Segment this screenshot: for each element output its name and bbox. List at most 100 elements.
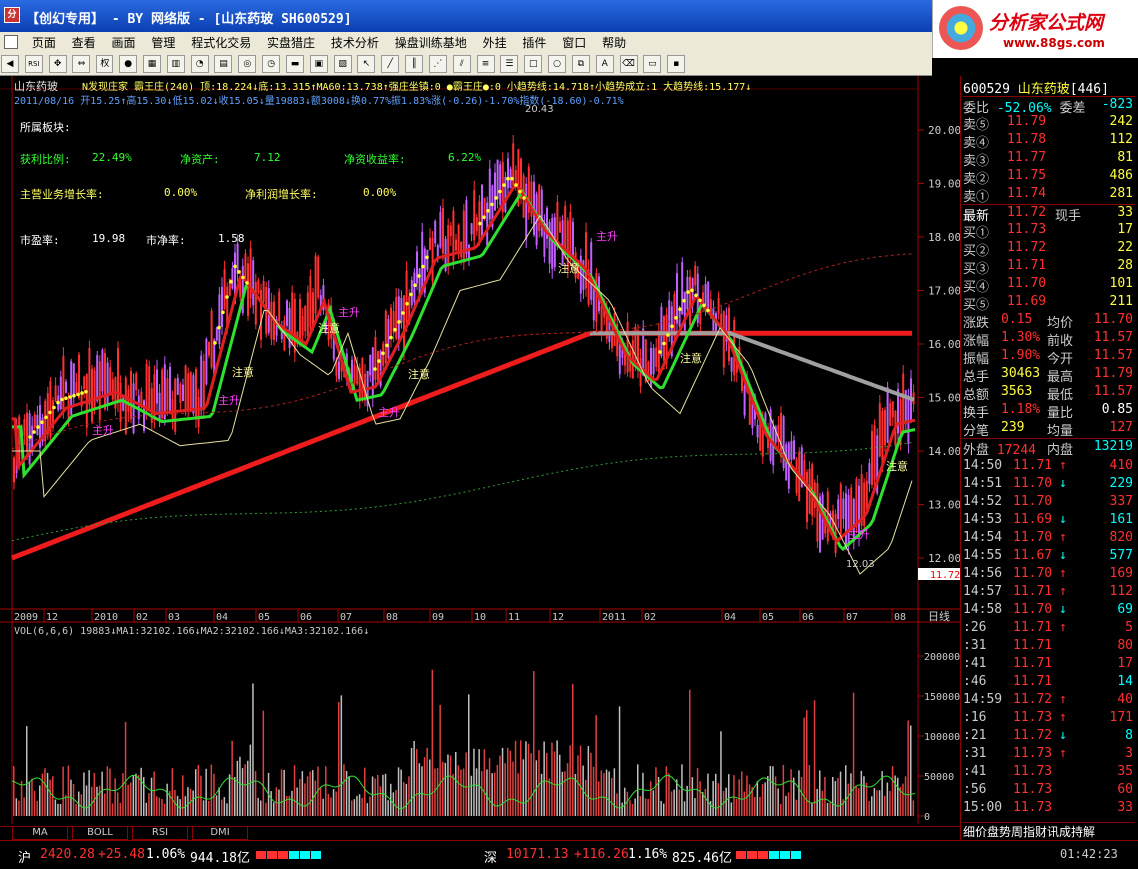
menu-screen[interactable]: 画面	[106, 32, 142, 53]
tab-rsi[interactable]: RSI	[132, 827, 188, 840]
volume-bar	[621, 802, 623, 816]
volume-bar	[106, 766, 109, 816]
circles-icon[interactable]: ●	[119, 55, 138, 73]
volume-bar	[730, 802, 733, 816]
cursor-icon[interactable]: ↖	[357, 55, 376, 73]
tick-volume: 8	[1125, 728, 1133, 743]
tick-row: :26 11.71 ↑ 5	[963, 620, 1135, 638]
menu-tech-analysis[interactable]: 技术分析	[325, 32, 385, 53]
tick-price: 11.72	[1013, 692, 1053, 707]
ellipse-icon[interactable]: ○	[548, 55, 567, 73]
revenue-growth-label: 主营业务增长率:	[20, 188, 104, 201]
menu-help[interactable]: 帮助	[596, 32, 632, 53]
bars-icon[interactable]: ▥	[166, 55, 185, 73]
menu-program-trading[interactable]: 程式化交易	[185, 32, 257, 53]
menu-plugins[interactable]: 插件	[516, 32, 552, 53]
menu-page[interactable]: 页面	[26, 32, 62, 53]
text-icon[interactable]: A	[595, 55, 614, 73]
panel-footer-tabs[interactable]: 细价盘势周指财讯成持解	[963, 822, 1135, 840]
volume-bar	[605, 769, 608, 816]
volume-bar	[221, 799, 223, 816]
parallel-icon[interactable]: ≡	[476, 55, 495, 73]
eraser-icon[interactable]: ⌫	[619, 55, 638, 73]
menu-view[interactable]: 查看	[66, 32, 102, 53]
move-icon[interactable]: ✥	[48, 55, 67, 73]
candle-body	[283, 320, 286, 351]
signal-dot	[702, 303, 706, 308]
app-icon[interactable]: 分	[4, 7, 20, 23]
fan-icon[interactable]: ⋰	[428, 55, 447, 73]
volume-bar	[559, 754, 561, 816]
price-tick-label: 12.00	[928, 552, 960, 565]
candle-body	[371, 347, 374, 399]
tick-volume: 820	[1109, 530, 1133, 545]
document-icon[interactable]	[4, 35, 18, 49]
folder-icon[interactable]: ▬	[285, 55, 304, 73]
ask-label: 卖③	[963, 154, 990, 169]
chart-icon[interactable]: ▤	[214, 55, 233, 73]
volume-bar	[793, 777, 795, 816]
channel-icon[interactable]: ⫽	[452, 55, 471, 73]
kline-chart[interactable]: 20.00 19.00 18.00 17.00 16.00 15.00 14.00 13.00…	[0, 76, 961, 824]
volume-bar	[780, 804, 782, 816]
save-icon[interactable]: ▪	[667, 55, 686, 73]
tab-boll[interactable]: BOLL	[72, 827, 128, 840]
line-icon[interactable]: ╱	[381, 55, 400, 73]
menu-hunt-dealer[interactable]: 实盘猎庄	[261, 32, 321, 53]
volume-bar	[507, 747, 509, 816]
arrows-icon[interactable]: ⇔	[72, 55, 91, 73]
volume-bar	[356, 795, 358, 816]
time-tick-label: 10	[474, 612, 486, 623]
volume-bar	[800, 777, 803, 816]
tick-time: 14:54	[963, 530, 1003, 545]
candle-body	[884, 409, 886, 446]
picture-icon[interactable]: ▨	[333, 55, 352, 73]
price-tick-label: 20.00	[928, 124, 960, 137]
chart-area[interactable]: 20.00 19.00 18.00 17.00 16.00 15.00 14.00 13.00…	[0, 76, 961, 824]
stat-label: 涨跌	[963, 316, 990, 331]
tick-row: :46 11.71 14	[963, 674, 1135, 692]
rsi-button[interactable]: RSI	[24, 55, 43, 73]
candle-body	[109, 367, 112, 396]
menu-manage[interactable]: 管理	[145, 32, 181, 53]
lock-icon[interactable]: ▭	[643, 55, 662, 73]
image-icon[interactable]: ▣	[309, 55, 328, 73]
outer-value: 17244	[996, 443, 1036, 458]
menu-window[interactable]: 窗口	[556, 32, 592, 53]
volume-bar	[127, 784, 129, 816]
menu-plugin-external[interactable]: 外挂	[477, 32, 513, 53]
volume-bar	[772, 766, 774, 816]
volume-bar	[754, 797, 756, 816]
candle-body	[158, 392, 161, 420]
candle-body	[75, 382, 78, 394]
pie-icon[interactable]: ◔	[190, 55, 209, 73]
grid-icon[interactable]: ▦	[142, 55, 161, 73]
candle-body	[197, 396, 200, 428]
volume-bar	[873, 788, 876, 816]
menu-training[interactable]: 操盘训练基地	[389, 32, 473, 53]
vlines-icon[interactable]: ║	[405, 55, 424, 73]
volume-bar	[829, 802, 831, 816]
candle-body	[496, 159, 499, 200]
back-icon[interactable]: ◀	[1, 55, 19, 73]
rectangle-icon[interactable]: □	[524, 55, 543, 73]
candle-body	[176, 377, 179, 395]
sz-strength-bar	[736, 847, 802, 862]
lifebuoy-icon[interactable]: ◎	[238, 55, 257, 73]
quan-button[interactable]: 权	[96, 55, 114, 73]
volume-bar	[761, 784, 764, 816]
tab-dmi[interactable]: DMI	[192, 827, 248, 840]
tick-price: 11.71	[1013, 656, 1053, 671]
candle-body	[148, 366, 151, 409]
tick-row: 14:55 11.67 ↓ 577	[963, 548, 1135, 566]
volume-bar	[223, 797, 226, 816]
tab-ma[interactable]: MA	[12, 827, 68, 840]
volume-bar	[252, 683, 254, 816]
bid-volume: 211	[1109, 294, 1133, 309]
volume-bar	[325, 766, 327, 816]
copy-icon[interactable]: ⧉	[571, 55, 590, 73]
stock-name: 山东药玻	[1017, 82, 1070, 97]
stat-label: 最高	[1047, 370, 1074, 385]
clock-icon[interactable]: ◷	[262, 55, 281, 73]
hlines-icon[interactable]: ☰	[500, 55, 519, 73]
